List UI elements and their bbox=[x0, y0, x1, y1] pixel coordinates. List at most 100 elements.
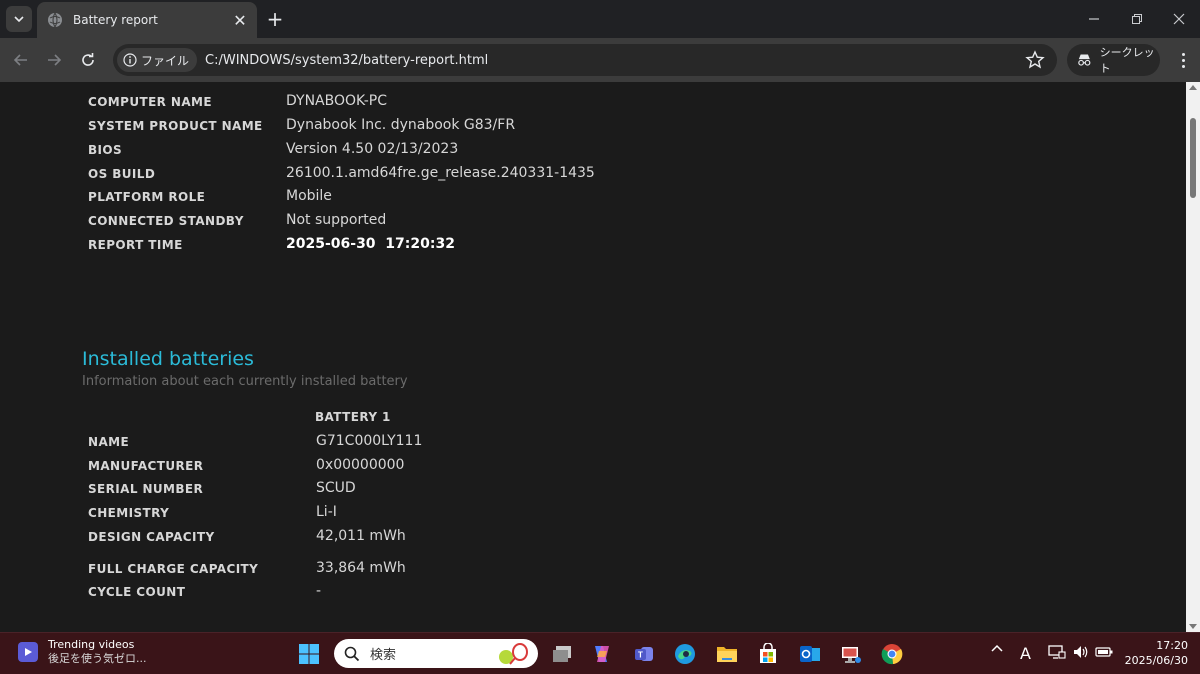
battery-label: NAME bbox=[88, 435, 130, 449]
new-tab-button[interactable]: + bbox=[264, 7, 286, 31]
scroll-down-icon[interactable] bbox=[1189, 624, 1197, 629]
tennis-racket-icon bbox=[499, 643, 528, 665]
chrome-button[interactable] bbox=[880, 642, 904, 666]
system-info-label: COMPUTER NAME bbox=[88, 95, 212, 109]
task-view-button[interactable] bbox=[550, 642, 574, 666]
system-info-value: DYNABOOK-PC bbox=[286, 93, 387, 109]
address-bar[interactable]: ファイル C:/WINDOWS/system32/battery-report.… bbox=[113, 44, 1057, 76]
url-text[interactable]: C:/WINDOWS/system32/battery-report.html bbox=[205, 53, 488, 68]
video-widget-icon bbox=[18, 642, 38, 662]
edge-icon bbox=[675, 644, 695, 664]
widget-title: Trending videos bbox=[48, 638, 135, 651]
clock-date: 2025/06/30 bbox=[1124, 654, 1188, 667]
page-scrollbar[interactable] bbox=[1186, 82, 1200, 632]
battery-value: 0x00000000 bbox=[316, 457, 405, 473]
close-icon bbox=[1173, 13, 1185, 25]
store-icon bbox=[760, 643, 776, 663]
windows-logo-icon bbox=[299, 644, 319, 664]
browser-window: Battery report ✕ + ファイル C:/WINDOWS/syste… bbox=[0, 0, 1200, 674]
clock-time: 17:20 bbox=[1156, 639, 1188, 652]
report-content: COMPUTER NAME DYNABOOK-PC SYSTEM PRODUCT… bbox=[0, 82, 1186, 632]
volume-icon[interactable] bbox=[1072, 644, 1090, 664]
tab-search-button[interactable] bbox=[6, 6, 32, 32]
battery-value: 42,011 mWh bbox=[316, 528, 406, 544]
outlook-button[interactable] bbox=[798, 642, 822, 666]
tab-strip: Battery report ✕ + bbox=[0, 0, 1200, 38]
section-subtitle: Information about each currently install… bbox=[82, 374, 408, 389]
network-icon[interactable] bbox=[1048, 644, 1066, 664]
incognito-indicator[interactable]: シークレット bbox=[1067, 44, 1160, 76]
arrow-right-icon bbox=[48, 54, 62, 66]
dot bbox=[1181, 58, 1185, 62]
browser-toolbar: ファイル C:/WINDOWS/system32/battery-report.… bbox=[0, 38, 1200, 82]
chrome-icon bbox=[881, 644, 903, 665]
copilot-icon bbox=[595, 646, 609, 662]
incognito-label: シークレット bbox=[1099, 46, 1155, 75]
bookmark-star-icon[interactable] bbox=[1025, 50, 1045, 70]
minimize-icon bbox=[1089, 18, 1099, 20]
section-title: Installed batteries bbox=[82, 348, 254, 370]
search-icon bbox=[344, 646, 360, 661]
system-info-label: BIOS bbox=[88, 143, 123, 157]
taskbar-search-box[interactable]: 検索 bbox=[334, 639, 538, 668]
widget-subtitle: 後足を使う気ゼロ... bbox=[48, 652, 147, 665]
close-tab-icon[interactable]: ✕ bbox=[231, 11, 249, 30]
system-info-value: Dynabook Inc. dynabook G83/FR bbox=[286, 117, 516, 133]
back-button[interactable] bbox=[7, 46, 35, 74]
battery-value: G71C000LY111 bbox=[316, 433, 423, 449]
browser-menu-button[interactable] bbox=[1172, 48, 1194, 72]
site-info-chip[interactable]: ファイル bbox=[117, 48, 198, 72]
scrollbar-thumb[interactable] bbox=[1190, 118, 1196, 198]
report-time-value: 2025-06-30 17:20:32 bbox=[286, 236, 455, 252]
folder-icon bbox=[717, 647, 737, 662]
restore-button[interactable] bbox=[1114, 0, 1160, 38]
file-explorer-button[interactable] bbox=[715, 642, 739, 666]
site-info-label: ファイル bbox=[141, 53, 190, 68]
info-icon bbox=[123, 53, 137, 67]
forward-button[interactable] bbox=[40, 46, 68, 74]
microsoft-store-button[interactable] bbox=[756, 642, 780, 666]
taskbar-clock[interactable]: 17:20 2025/06/30 bbox=[1118, 639, 1188, 669]
task-view-icon bbox=[553, 646, 571, 662]
system-info-value: 26100.1.amd64fre.ge_release.240331-1435 bbox=[286, 165, 595, 181]
chevron-down-icon bbox=[14, 16, 24, 23]
globe-icon bbox=[48, 12, 62, 28]
minimize-button[interactable] bbox=[1071, 0, 1117, 38]
battery-icon[interactable] bbox=[1095, 645, 1113, 663]
teams-button[interactable]: T bbox=[632, 642, 656, 666]
battery-label: CYCLE COUNT bbox=[88, 585, 186, 599]
chevron-up-icon bbox=[991, 644, 1003, 652]
tab-title: Battery report bbox=[73, 13, 158, 27]
reload-button[interactable] bbox=[74, 46, 102, 74]
battery-value: SCUD bbox=[316, 480, 356, 496]
show-hidden-icons-button[interactable] bbox=[990, 642, 1004, 660]
system-info-label: SYSTEM PRODUCT NAME bbox=[88, 119, 263, 133]
close-window-button[interactable] bbox=[1156, 0, 1200, 38]
widgets-button[interactable]: Trending videos 後足を使う気ゼロ... bbox=[18, 638, 147, 666]
system-info-value: Version 4.50 02/13/2023 bbox=[286, 141, 459, 157]
teams-icon: T bbox=[635, 647, 653, 661]
system-info-value: Mobile bbox=[286, 188, 332, 204]
battery-label: MANUFACTURER bbox=[88, 459, 204, 473]
scroll-up-icon[interactable] bbox=[1189, 85, 1197, 90]
edge-button[interactable] bbox=[673, 642, 697, 666]
system-info-label: CONNECTED STANDBY bbox=[88, 214, 244, 228]
svg-text:T: T bbox=[638, 651, 643, 660]
search-placeholder: 検索 bbox=[370, 648, 397, 663]
remote-desktop-icon bbox=[842, 647, 861, 663]
remote-desktop-button[interactable] bbox=[839, 642, 863, 666]
ime-indicator[interactable]: A bbox=[1020, 644, 1031, 663]
system-info-label: REPORT TIME bbox=[88, 238, 183, 252]
windows-taskbar: Trending videos 後足を使う気ゼロ... 検索 T A 17:20… bbox=[0, 632, 1200, 674]
battery-value: - bbox=[316, 583, 322, 599]
start-button[interactable] bbox=[297, 642, 321, 666]
copilot-button[interactable] bbox=[590, 642, 614, 666]
arrow-left-icon bbox=[13, 54, 27, 66]
battery-label: SERIAL NUMBER bbox=[88, 482, 204, 496]
system-info-label: PLATFORM ROLE bbox=[88, 190, 206, 204]
dot bbox=[1181, 64, 1185, 68]
tab-battery-report[interactable]: Battery report ✕ bbox=[37, 2, 257, 38]
battery-value: 33,864 mWh bbox=[316, 560, 406, 576]
battery-label: CHEMISTRY bbox=[88, 506, 170, 520]
outlook-icon bbox=[800, 646, 820, 662]
